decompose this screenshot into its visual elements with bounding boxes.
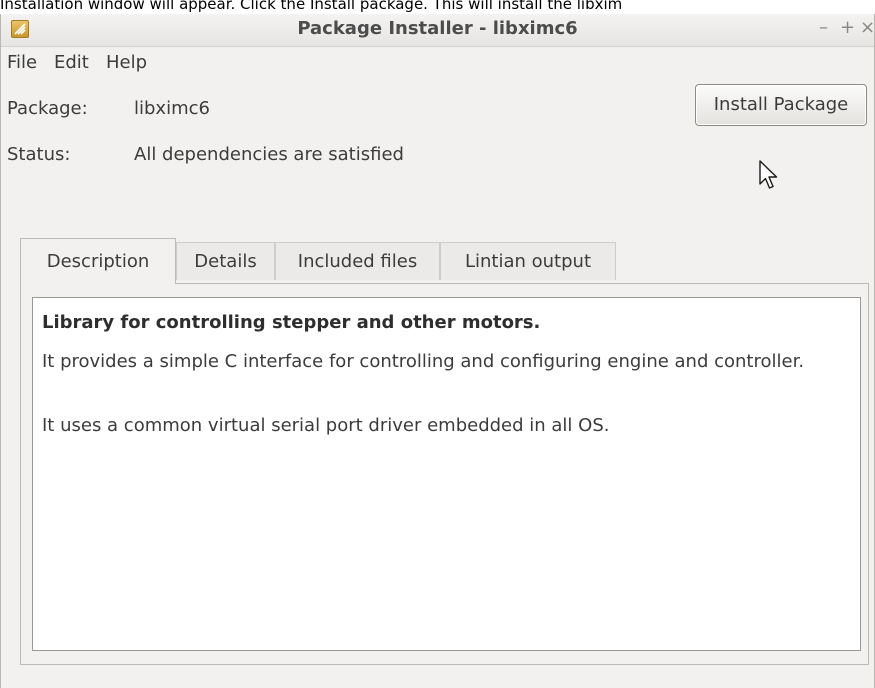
description-paragraph: It uses a common virtual serial port dri…	[42, 415, 610, 436]
window-title: Package Installer - libximc6	[297, 18, 578, 39]
package-label: Package:	[7, 98, 88, 119]
tab-details[interactable]: Details	[176, 242, 275, 280]
maximize-button[interactable]: +	[840, 17, 855, 38]
close-button[interactable]: ×	[860, 17, 875, 38]
minimize-button[interactable]: –	[819, 17, 828, 38]
status-value: All dependencies are satisfied	[134, 144, 404, 165]
tab-lintian-output[interactable]: Lintian output	[440, 242, 616, 280]
tab-description[interactable]: Description	[20, 238, 176, 284]
install-package-button[interactable]: Install Package	[695, 84, 867, 126]
document-caption: Installation window will appear. Click t…	[0, 0, 623, 13]
tab-included-files[interactable]: Included files	[275, 242, 440, 280]
menu-file[interactable]: File	[7, 52, 37, 73]
menu-edit[interactable]: Edit	[54, 52, 89, 73]
description-heading: Library for controlling stepper and othe…	[42, 312, 541, 333]
description-panel[interactable]: Library for controlling stepper and othe…	[32, 297, 861, 651]
status-label: Status:	[7, 144, 71, 165]
menu-help[interactable]: Help	[106, 52, 147, 73]
title-bar[interactable]: Package Installer - libximc6 – + ×	[1, 14, 875, 47]
mouse-pointer-icon	[759, 160, 778, 189]
description-paragraph: It provides a simple C interface for con…	[42, 351, 805, 372]
package-name: libximc6	[134, 98, 210, 119]
